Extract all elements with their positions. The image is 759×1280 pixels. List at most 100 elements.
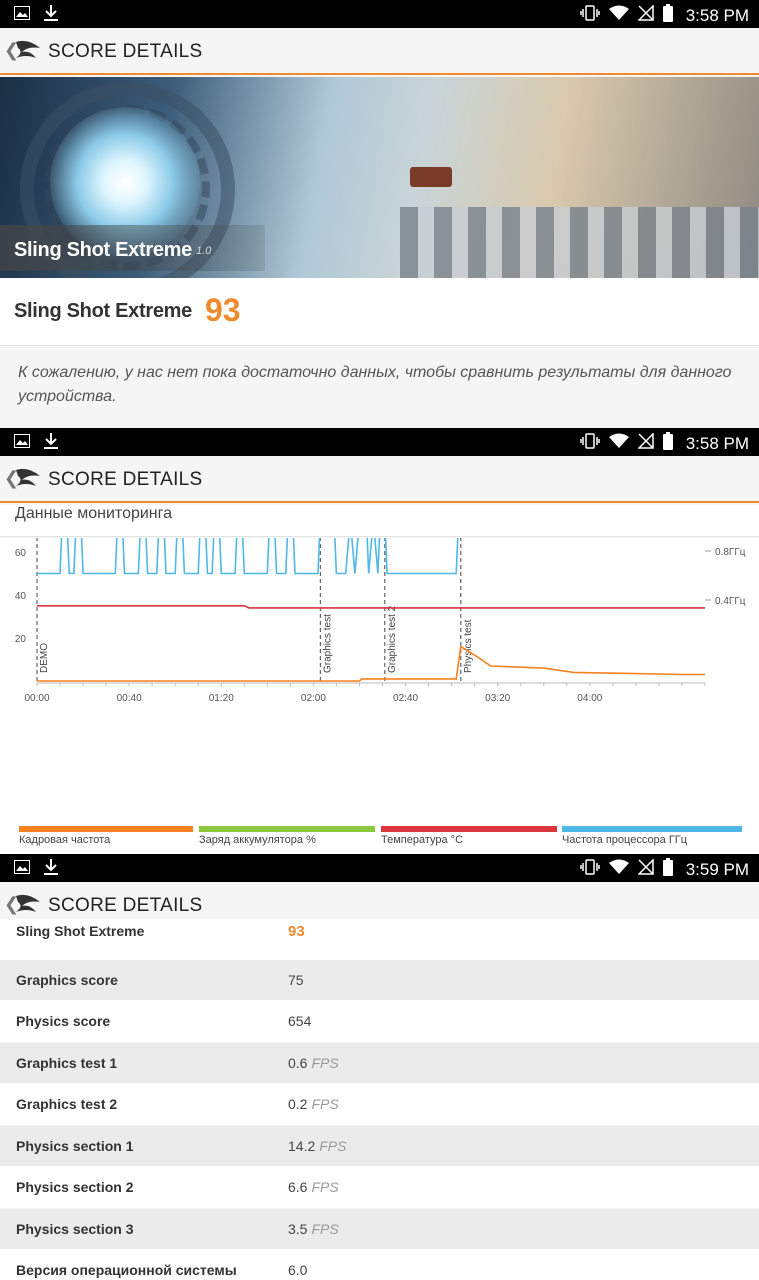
row-label: Graphics score: [16, 972, 118, 988]
3dmark-logo-icon[interactable]: [14, 36, 42, 69]
wifi-icon: [608, 433, 629, 454]
x-tick-label: 02:40: [393, 693, 418, 704]
series-line: [37, 605, 705, 609]
legend-item: Температура °C: [381, 826, 557, 854]
row-value-number: 0.6: [288, 1055, 308, 1071]
row-label: Graphics test 2: [16, 1096, 118, 1112]
battery-icon: [662, 858, 673, 881]
y-tick-label: 40: [15, 591, 27, 602]
screen-score-summary: 3:58 PM ❮ SCORE DETAILS Sling Shot Extre…: [0, 0, 759, 428]
table-row: Версия операционной системы 6.0: [0, 1250, 759, 1280]
status-bar: 3:59 PM: [0, 854, 759, 882]
vibrate-icon: [579, 5, 600, 26]
comparison-notice: К сожалению, у нас нет пока достаточно д…: [0, 347, 759, 428]
row-value: 6.0: [288, 1262, 307, 1278]
row-value-number: 6.0: [288, 1262, 308, 1278]
3dmark-logo-icon[interactable]: [14, 464, 42, 497]
test-marker-label: Physics test: [463, 619, 474, 673]
row-label: Sling Shot Extreme: [16, 923, 145, 939]
legend-item: Заряд аккумулятора %: [199, 826, 375, 854]
download-notification-icon: [44, 5, 58, 26]
row-value-unit: FPS: [311, 1179, 339, 1195]
table-row: Physics score 654: [0, 1001, 759, 1042]
row-label: Версия операционной системы: [16, 1262, 237, 1278]
row-value-number: 654: [288, 1013, 312, 1029]
x-tick-label: 01:20: [209, 693, 234, 704]
right-tick-label: 0.8ГГц: [715, 547, 746, 558]
status-time: 3:59 PM: [685, 859, 749, 879]
row-value: 6.6 FPS: [288, 1179, 339, 1195]
row-value: 3.5 FPS: [288, 1221, 339, 1237]
legend-swatch: [562, 826, 742, 832]
x-tick-label: 04:00: [577, 693, 602, 704]
monitoring-chart-svg: 100806040200.8ГГц0.4ГГц00:0000:4001:2002…: [15, 538, 746, 704]
score-value: 93: [205, 292, 241, 328]
status-time: 3:58 PM: [685, 5, 749, 25]
download-notification-icon: [44, 859, 58, 880]
score-card: Sling Shot Extreme 93: [0, 278, 759, 346]
row-value-number: 14.2: [288, 1138, 316, 1154]
vibrate-icon: [579, 433, 600, 454]
banner-version: 1.0: [196, 245, 212, 257]
row-label: Physics section 2: [16, 1179, 134, 1195]
legend-label: Кадровая частота: [19, 834, 111, 846]
row-value-number: 0.2: [288, 1096, 308, 1112]
row-value: 0.6 FPS: [288, 1055, 339, 1071]
table-row: Graphics test 1 0.6 FPS: [0, 1043, 759, 1084]
test-marker-label: Graphics test: [322, 614, 333, 673]
row-value-number: 75: [288, 972, 304, 988]
row-value-number: 3.5: [288, 1221, 308, 1237]
table-row: Physics section 1 14.2 FPS: [0, 1126, 759, 1167]
page-title: SCORE DETAILS: [48, 895, 203, 916]
row-label: Physics score: [16, 1013, 111, 1029]
app-bar: ❮ SCORE DETAILS: [0, 456, 759, 503]
legend-item: Кадровая частота: [19, 826, 193, 854]
x-tick-label: 02:00: [301, 693, 326, 704]
y-tick-label: 60: [15, 548, 27, 559]
legend-label: Частота процессора ГГц: [562, 834, 688, 846]
wifi-icon: [608, 5, 629, 26]
row-label: Graphics test 1: [16, 1055, 118, 1071]
wifi-icon: [608, 859, 629, 880]
x-tick-label: 03:20: [485, 693, 510, 704]
no-signal-icon: [636, 4, 654, 26]
row-value-unit: FPS: [319, 1138, 347, 1154]
row-value: 93: [288, 923, 305, 940]
row-value: 75: [288, 972, 304, 988]
y-tick-label: 20: [15, 634, 27, 645]
row-value: 0.2 FPS: [288, 1096, 339, 1112]
test-marker-label: DEMO: [39, 643, 50, 673]
app-bar: ❮ SCORE DETAILS: [0, 28, 759, 75]
no-signal-icon: [636, 432, 654, 454]
page-title: SCORE DETAILS: [48, 469, 203, 490]
legend-label: Температура °C: [381, 834, 464, 846]
row-value-number: 6.6: [288, 1179, 308, 1195]
status-time: 3:58 PM: [685, 433, 749, 453]
legend-swatch: [199, 826, 375, 832]
x-tick-label: 00:00: [24, 693, 49, 704]
row-value: 14.2 FPS: [288, 1138, 346, 1154]
row-value-unit: FPS: [311, 1096, 339, 1112]
gallery-notification-icon: [14, 6, 30, 25]
page-title: SCORE DETAILS: [48, 41, 203, 62]
gallery-notification-icon: [14, 434, 30, 453]
gallery-notification-icon: [14, 860, 30, 879]
status-bar: 3:58 PM: [0, 0, 759, 28]
battery-icon: [662, 432, 673, 455]
monitoring-header: Данные мониторинга: [0, 505, 759, 537]
row-value-unit: FPS: [311, 1055, 339, 1071]
x-tick-label: 00:40: [117, 693, 142, 704]
test-marker-label: Graphics test 2: [387, 605, 398, 673]
legend-label: Заряд аккумулятора %: [199, 834, 316, 846]
monitoring-title: Данные мониторинга: [15, 505, 173, 522]
table-row: Physics section 3 3.5 FPS: [0, 1209, 759, 1250]
status-bar: 3:58 PM: [0, 428, 759, 456]
benchmark-banner: Sling Shot Extreme 1.0: [0, 77, 759, 278]
row-value: 654: [288, 1013, 311, 1029]
legend-swatch: [381, 826, 557, 832]
series-line: [37, 538, 459, 575]
right-tick-label: 0.4ГГц: [715, 596, 746, 607]
legend-item: Частота процессора ГГц: [562, 826, 742, 854]
series-line: [37, 645, 705, 682]
screen-result-details: 3:59 PM ❮ SCORE DETAILS Sling Shot Extre…: [0, 854, 759, 1280]
